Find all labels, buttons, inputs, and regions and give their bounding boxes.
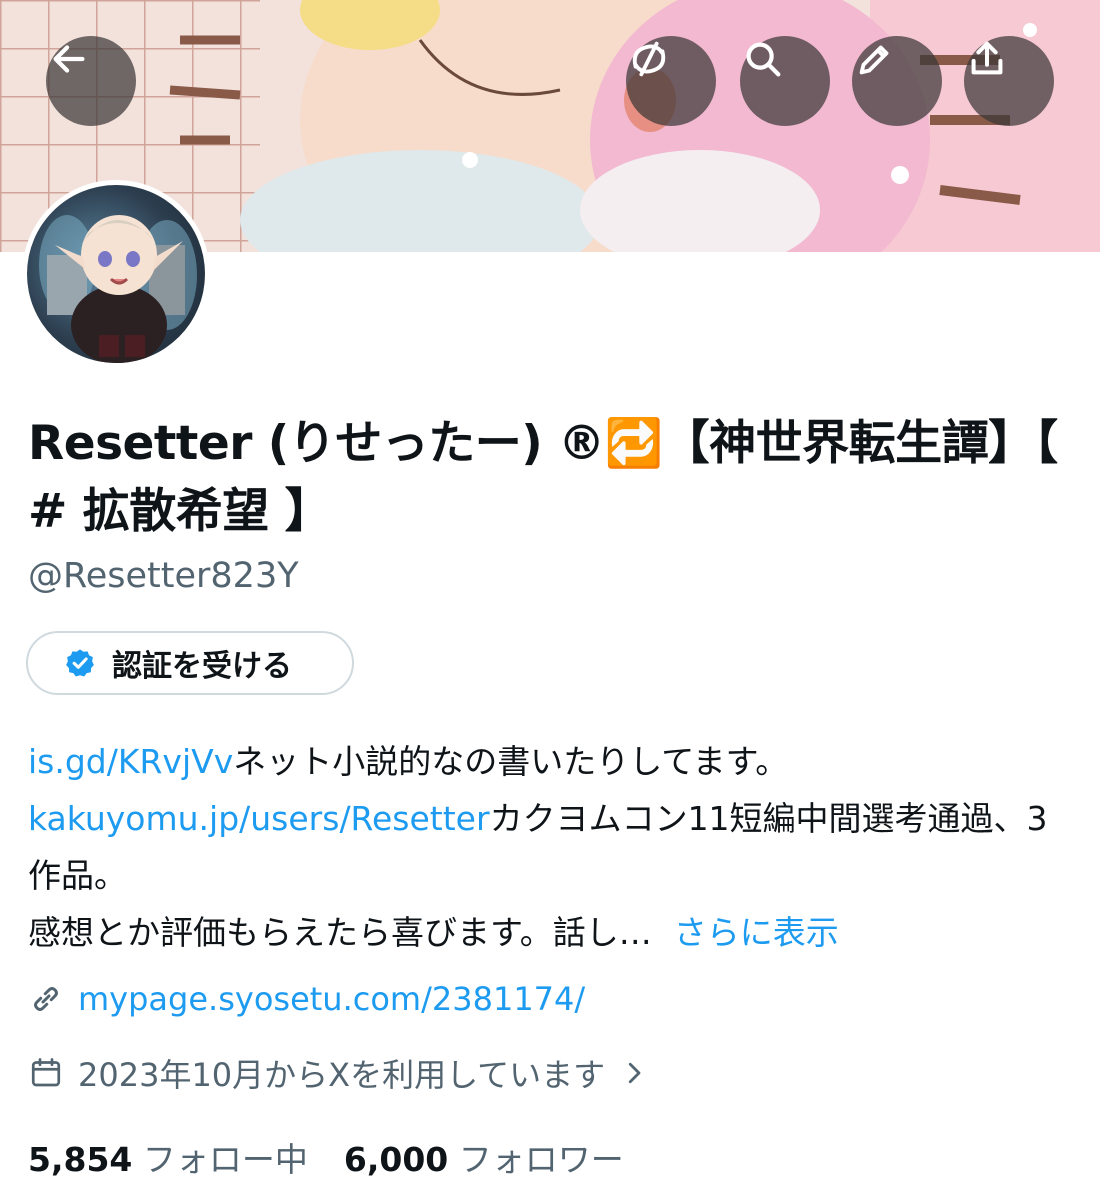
search-button[interactable] bbox=[740, 36, 830, 126]
bio-link-isgd[interactable]: is.gd/KRvjVv bbox=[28, 742, 233, 781]
following-label: フォロー中 bbox=[142, 1140, 308, 1179]
chevron-right-icon bbox=[629, 1062, 641, 1084]
profile-avatar[interactable] bbox=[22, 180, 210, 368]
bio-text-3: 感想とか評価もらえたら喜びます。話し… bbox=[28, 913, 652, 952]
following-count: 5,854 bbox=[28, 1140, 133, 1179]
back-button[interactable] bbox=[46, 36, 136, 126]
profile-website: mypage.syosetu.com/2381174/ bbox=[28, 980, 585, 1018]
mute-button[interactable] bbox=[626, 36, 716, 126]
mute-icon bbox=[632, 41, 666, 77]
arrow-left-icon bbox=[53, 45, 85, 73]
bio-line-2: kakuyomu.jp/users/Resetterカクヨムコン11短編中間選考… bbox=[28, 790, 1078, 904]
followers-label: フォロワー bbox=[458, 1140, 624, 1179]
user-handle: @Resetter823Y bbox=[28, 556, 299, 596]
verified-badge-icon bbox=[66, 649, 94, 677]
followers-stat[interactable]: 6,000 フォロワー bbox=[344, 1133, 624, 1181]
get-verified-label: 認証を受ける bbox=[112, 649, 292, 684]
follow-stats: 5,854 フォロー中 6,000 フォロワー bbox=[28, 1133, 660, 1181]
joined-text: 2023年10月からXを利用しています bbox=[78, 1056, 606, 1094]
search-icon bbox=[746, 42, 781, 77]
bio-text-1: ネット小説的なの書いたりしてます。 bbox=[233, 742, 789, 781]
bio-link-kakuyomu[interactable]: kakuyomu.jp/users/Resetter bbox=[28, 799, 490, 838]
calendar-icon bbox=[31, 1058, 61, 1087]
share-icon bbox=[971, 41, 1003, 75]
profile-bio: is.gd/KRvjVvネット小説的なの書いたりしてます。 kakuyomu.j… bbox=[28, 733, 1078, 961]
following-stat[interactable]: 5,854 フォロー中 bbox=[28, 1133, 308, 1181]
avatar-image bbox=[27, 185, 205, 363]
profile-joined-date[interactable]: 2023年10月からXを利用しています bbox=[28, 1050, 649, 1096]
share-button[interactable] bbox=[964, 36, 1054, 126]
pencil-icon bbox=[859, 45, 889, 75]
show-more-link[interactable]: さらに表示 bbox=[674, 913, 839, 952]
followers-count: 6,000 bbox=[343, 1140, 449, 1179]
get-verified-button[interactable]: 認証を受ける bbox=[26, 631, 354, 695]
display-name: Resetter (りせったー) ®🔁【神世界転生譚】【 # 拡散希望 】 bbox=[28, 416, 1058, 539]
edit-button[interactable] bbox=[852, 36, 942, 126]
website-link[interactable]: mypage.syosetu.com/2381174/ bbox=[78, 980, 585, 1018]
link-icon bbox=[34, 987, 58, 1011]
bio-line-1: is.gd/KRvjVvネット小説的なの書いたりしてます。 bbox=[28, 733, 1078, 790]
bio-line-3: 感想とか評価もらえたら喜びます。話し… さらに表示 bbox=[28, 904, 1078, 961]
